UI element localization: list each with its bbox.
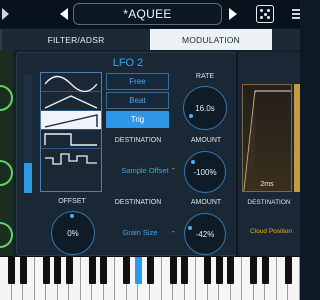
preset-name: *AQUEE — [123, 7, 172, 21]
back-triangle-icon[interactable] — [2, 8, 9, 20]
knob-indicator — [189, 114, 193, 118]
black-key[interactable] — [42, 257, 50, 284]
envelope-display[interactable] — [242, 84, 292, 192]
lfo-level-meter-fill — [24, 163, 32, 193]
green-knob[interactable] — [0, 85, 13, 111]
black-key[interactable] — [88, 257, 96, 284]
black-key[interactable] — [19, 257, 27, 284]
mode-free-button[interactable]: Free — [106, 73, 169, 90]
ramp-wave-icon — [44, 114, 98, 128]
knob-indicator — [188, 226, 192, 230]
black-key[interactable] — [65, 257, 73, 284]
black-key[interactable] — [261, 257, 269, 284]
square-wave-icon — [44, 133, 97, 146]
black-key[interactable] — [54, 257, 62, 284]
destination-2-separator: - — [172, 227, 175, 236]
envelope-destination-value[interactable]: Cloud Position — [244, 228, 298, 235]
mode-beat-button[interactable]: Beat — [106, 92, 169, 109]
offset-label: OFFSET — [58, 198, 86, 205]
knob-indicator — [191, 160, 195, 164]
random-step-wave-icon — [45, 153, 97, 165]
previous-preset-button[interactable] — [60, 8, 68, 20]
destination-2-label: DESTINATION — [114, 199, 162, 206]
destination-2-value[interactable]: Grain Size — [118, 228, 162, 237]
envelope-curve — [243, 90, 291, 192]
black-key[interactable] — [146, 257, 154, 284]
amount-1-label: AMOUNT — [190, 137, 222, 144]
knob-indicator — [70, 214, 74, 218]
waveform-sine[interactable] — [41, 73, 101, 92]
lfo-title: LFO 2 — [112, 57, 144, 69]
mode-trig-button[interactable]: Trig — [106, 111, 169, 128]
waveform-random[interactable] — [41, 149, 101, 168]
waveform-square[interactable] — [41, 130, 101, 149]
envelope-time-value: 2ms — [260, 181, 274, 188]
black-key[interactable] — [250, 257, 258, 284]
left-panel — [0, 50, 13, 256]
black-key[interactable] — [123, 257, 131, 284]
black-key[interactable] — [8, 257, 16, 284]
tab-bar: FILTER/ADSR MODULATION — [0, 29, 300, 50]
destination-1-value[interactable]: Sample Offset — [110, 166, 180, 175]
tab-modulation[interactable]: MODULATION — [150, 29, 272, 50]
black-key[interactable] — [100, 257, 108, 284]
dice-icon[interactable] — [256, 5, 274, 23]
offset-knob[interactable]: 0% — [51, 211, 95, 255]
destination-1-separator: - — [172, 164, 175, 173]
rate-label: RATE — [195, 73, 215, 80]
green-knob[interactable] — [0, 160, 13, 186]
destination-1-label: DESTINATION — [114, 137, 162, 144]
black-key[interactable] — [169, 257, 177, 284]
waveform-ramp[interactable] — [41, 111, 101, 130]
tab-more[interactable] — [272, 29, 300, 50]
envelope-destination-label: DESTINATION — [247, 199, 291, 206]
black-key[interactable] — [284, 257, 292, 284]
green-knob[interactable] — [0, 222, 13, 248]
black-key[interactable] — [204, 257, 212, 284]
tab-filter-adsr[interactable]: FILTER/ADSR — [0, 29, 150, 50]
menu-icon[interactable] — [292, 9, 300, 19]
sine-wave-icon — [44, 75, 98, 92]
triangle-wave-icon — [44, 95, 98, 109]
preset-name-display[interactable]: *AQUEE — [73, 3, 222, 25]
black-key[interactable] — [181, 257, 189, 284]
amount-1-knob[interactable]: -100% — [184, 151, 226, 193]
envelope-strip — [294, 84, 300, 192]
black-key[interactable] — [134, 257, 142, 284]
next-preset-button[interactable] — [229, 8, 237, 20]
waveform-triangle[interactable] — [41, 92, 101, 111]
rate-knob[interactable]: 16.0s — [183, 86, 227, 130]
amount-2-knob[interactable]: -42% — [184, 213, 226, 255]
amount-2-label: AMOUNT — [190, 199, 222, 206]
black-key[interactable] — [227, 257, 235, 284]
black-key[interactable] — [215, 257, 223, 284]
